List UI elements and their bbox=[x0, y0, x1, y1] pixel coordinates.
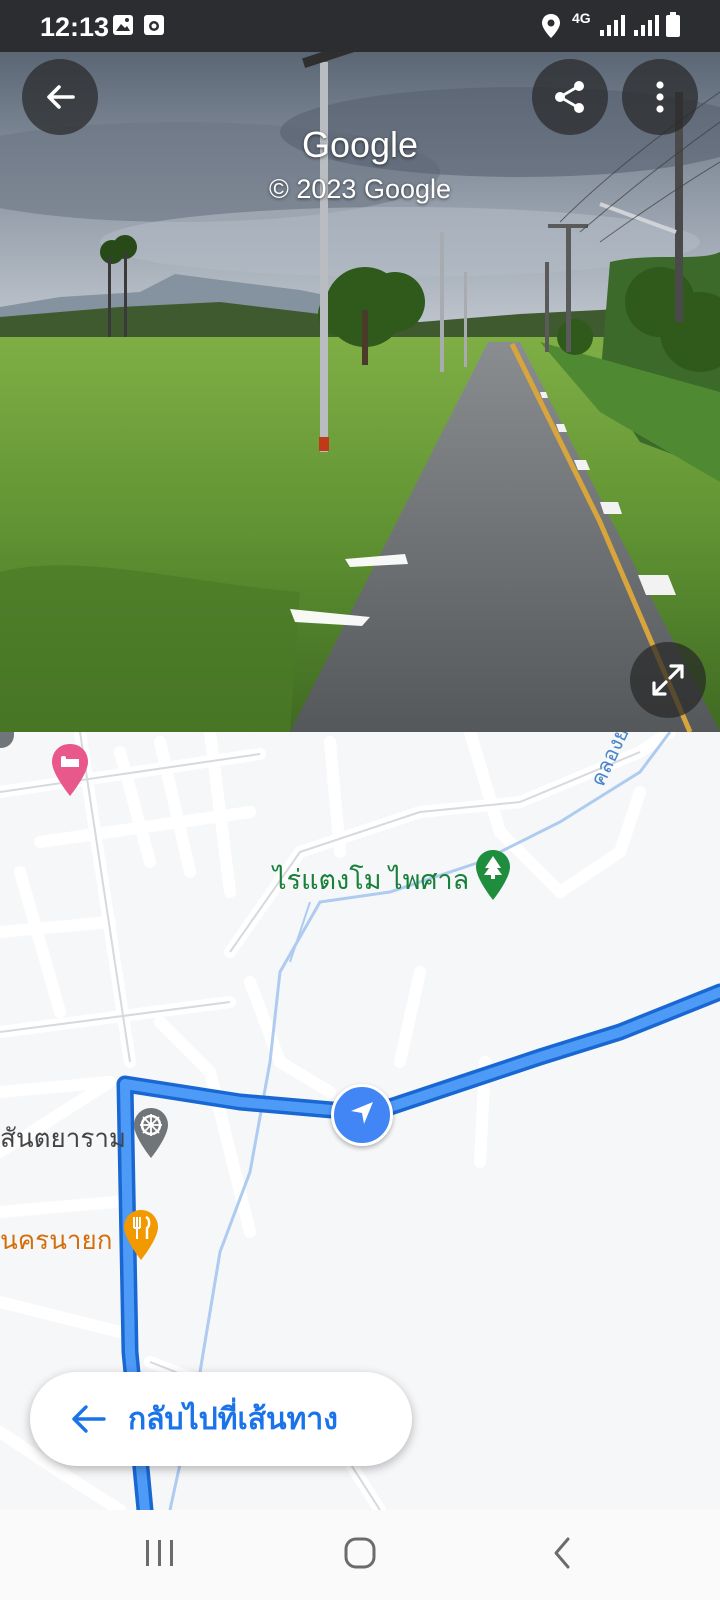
more-options-button[interactable] bbox=[622, 59, 698, 135]
arrow-left-icon bbox=[70, 1404, 106, 1434]
place-label-temple[interactable]: สันตยาราม bbox=[0, 1118, 126, 1159]
place-label-restaurant[interactable]: นครนายก bbox=[0, 1220, 112, 1261]
recents-icon bbox=[143, 1537, 177, 1574]
share-icon bbox=[552, 79, 588, 115]
street-view-copyright: © 2023 Google bbox=[268, 174, 452, 204]
home-icon bbox=[343, 1536, 377, 1575]
expand-button[interactable] bbox=[630, 642, 706, 718]
hotel-icon bbox=[50, 744, 90, 802]
back-to-route-button[interactable]: กลับไปที่เส้นทาง bbox=[30, 1372, 412, 1466]
gallery-icon bbox=[112, 14, 134, 41]
location-icon bbox=[541, 13, 561, 44]
signal-icon bbox=[598, 14, 666, 43]
dharma-wheel-icon bbox=[132, 1108, 170, 1164]
more-vert-icon bbox=[654, 80, 666, 114]
status-time: 12:13 bbox=[40, 12, 110, 42]
back-icon bbox=[551, 1536, 573, 1575]
system-back-button[interactable] bbox=[532, 1530, 592, 1580]
share-button[interactable] bbox=[532, 59, 608, 135]
navigation-arrow-icon bbox=[349, 1100, 375, 1131]
home-button[interactable] bbox=[330, 1530, 390, 1580]
tree-icon bbox=[474, 850, 512, 906]
restaurant-icon bbox=[122, 1210, 160, 1266]
place-label-farm[interactable]: ไร่แตงโม ไพศาล bbox=[273, 858, 469, 901]
system-navigation-bar bbox=[0, 1510, 720, 1600]
back-to-route-label: กลับไปที่เส้นทาง bbox=[128, 1402, 338, 1436]
arrow-left-icon bbox=[43, 80, 77, 114]
expand-icon bbox=[650, 662, 686, 698]
current-location-marker bbox=[331, 1084, 393, 1146]
street-view-title: Google bbox=[301, 124, 419, 165]
status-bar: 12:13 4G bbox=[0, 0, 720, 52]
recents-button[interactable] bbox=[130, 1530, 190, 1580]
street-view-panorama[interactable]: Google © 2023 Google bbox=[0, 52, 720, 732]
restaurant-pin[interactable] bbox=[122, 1208, 160, 1267]
temple-pin[interactable] bbox=[132, 1106, 170, 1165]
network-type: 4G bbox=[572, 10, 591, 26]
tree-pin[interactable] bbox=[474, 848, 512, 907]
battery-icon bbox=[665, 12, 681, 43]
hotel-pin[interactable] bbox=[50, 742, 90, 803]
camera-icon bbox=[143, 14, 165, 41]
